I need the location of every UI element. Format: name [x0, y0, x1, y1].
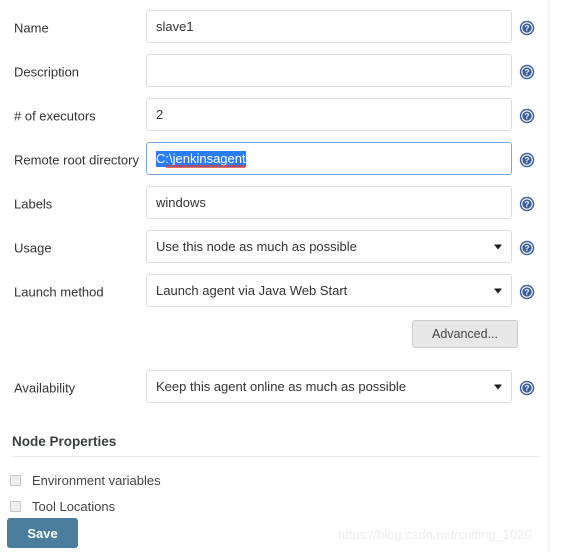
form-row: Name slave1? [0, 10, 548, 46]
form-row: Remote root directory C:\jenkinsagent? [0, 142, 548, 178]
help-icon[interactable]: ? [519, 240, 535, 256]
watermark-text: https://blog.csdn.net/cuiting_1020 [338, 527, 532, 542]
field-label: Usage [14, 240, 52, 256]
select-value: Launch agent via Java Web Start [156, 283, 348, 298]
checkbox-label: Tool Locations [32, 498, 116, 514]
field-wrapper: Use this node as much as possible [146, 230, 512, 266]
text-input-value: C:\jenkinsagent [156, 150, 246, 168]
checkbox[interactable] [10, 474, 21, 486]
select-dropdown[interactable]: Keep this agent online as much as possib… [146, 370, 512, 403]
node-configuration-page: Name slave1? Description? # of executors 2? R… [0, 0, 579, 552]
svg-text:?: ? [525, 68, 530, 77]
text-input[interactable]: C:\jenkinsagent [146, 142, 512, 175]
help-icon[interactable]: ? [519, 380, 535, 396]
save-button[interactable]: Save [7, 518, 78, 548]
help-icon[interactable]: ? [519, 152, 535, 168]
field-wrapper: C:\jenkinsagent [146, 142, 512, 178]
node-properties-heading: Node Properties [12, 434, 117, 449]
text-input-value: 2 [156, 107, 164, 122]
field-label: # of executors [14, 108, 96, 124]
form-row: Description? [0, 54, 548, 90]
form-row: Labels windows? [0, 186, 548, 222]
checkbox-label: Environment variables [32, 472, 161, 488]
node-property-row: Tool Locations [10, 496, 115, 516]
section-divider [12, 456, 540, 457]
panel-right-edge [548, 0, 549, 552]
field-label: Labels [14, 196, 53, 212]
svg-text:?: ? [525, 112, 530, 121]
select-value: Keep this agent online as much as possib… [156, 379, 407, 394]
field-wrapper [146, 54, 512, 90]
svg-text:?: ? [525, 24, 530, 33]
svg-text:?: ? [525, 200, 530, 209]
help-icon[interactable]: ? [519, 284, 535, 300]
field-label: Description [14, 64, 80, 80]
field-wrapper: windows [146, 186, 512, 222]
form-row: Availability Keep this agent online as mu… [0, 370, 548, 406]
chevron-down-icon [494, 384, 502, 389]
help-icon[interactable]: ? [519, 196, 535, 212]
help-icon[interactable]: ? [519, 108, 535, 124]
form-row: Launch method Launch agent via Java Web S… [0, 274, 548, 310]
field-label: Launch method [14, 284, 104, 300]
text-input[interactable] [146, 54, 512, 87]
chevron-down-icon [494, 288, 502, 293]
chevron-down-icon [494, 244, 502, 249]
form-row: # of executors 2? [0, 98, 548, 134]
svg-text:?: ? [525, 156, 530, 165]
field-wrapper: Keep this agent online as much as possib… [146, 370, 512, 406]
help-icon[interactable]: ? [519, 64, 535, 80]
checkbox[interactable] [10, 500, 21, 512]
field-wrapper: Launch agent via Java Web Start [146, 274, 512, 310]
select-dropdown[interactable]: Use this node as much as possible [146, 230, 512, 263]
field-wrapper: slave1 [146, 10, 512, 46]
form-row: Usage Use this node as much as possible? [0, 230, 548, 266]
svg-text:?: ? [525, 384, 530, 393]
text-input[interactable]: windows [146, 186, 512, 219]
select-value: Use this node as much as possible [156, 239, 357, 254]
text-input[interactable]: slave1 [146, 10, 512, 43]
select-dropdown[interactable]: Launch agent via Java Web Start [146, 274, 512, 307]
text-input-value: slave1 [156, 19, 194, 34]
field-label: Name [14, 20, 49, 36]
field-label: Availability [14, 380, 76, 396]
svg-text:?: ? [525, 288, 530, 297]
help-icon[interactable]: ? [519, 20, 535, 36]
field-label: Remote root directory [14, 152, 139, 168]
text-input-value: windows [156, 195, 206, 210]
svg-text:?: ? [525, 244, 530, 253]
node-property-row: Environment variables [10, 470, 161, 490]
advanced-button[interactable]: Advanced... [412, 320, 518, 348]
field-wrapper: 2 [146, 98, 512, 134]
text-input[interactable]: 2 [146, 98, 512, 131]
